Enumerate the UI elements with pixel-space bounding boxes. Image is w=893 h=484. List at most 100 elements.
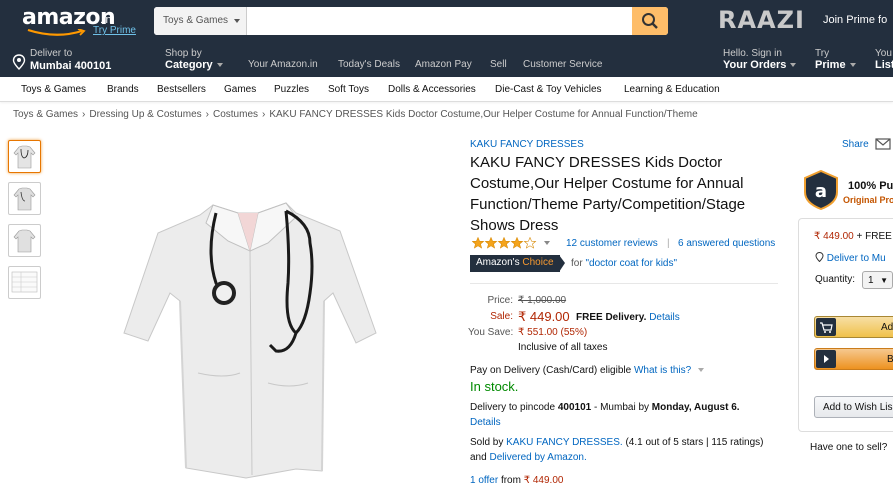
category-learning-education[interactable]: Learning & Education — [624, 84, 720, 95]
answered-questions-link[interactable]: 6 answered questions — [678, 238, 775, 249]
badge-original: Original Prod — [843, 195, 893, 205]
category-toys-games[interactable]: Toys & Games — [21, 84, 86, 95]
sell-prompt-link[interactable]: Have one to sell? — [810, 442, 887, 453]
add-to-wish-list-button[interactable]: Add to Wish Lis — [814, 396, 893, 418]
shopby-label: Shop by — [165, 48, 202, 59]
search-button[interactable] — [632, 7, 668, 35]
chevron-down-icon[interactable] — [544, 241, 550, 246]
join-prime-link[interactable]: Join Prime fo — [823, 14, 887, 26]
category-soft-toys[interactable]: Soft Toys — [328, 84, 369, 95]
you-save-value: ₹ 551.00 (55%) — [518, 327, 588, 338]
original-product-badge-icon: a — [804, 170, 838, 210]
breadcrumb-item[interactable]: Costumes — [213, 109, 258, 120]
cart-icon — [816, 318, 836, 336]
add-to-cart-button[interactable]: Add — [814, 316, 893, 338]
amazons-choice-badge: Amazon's Choice — [470, 255, 560, 272]
quantity-select[interactable]: 1 ▼ — [862, 271, 893, 289]
promo-banner-brand[interactable]: RAAZI — [718, 6, 805, 34]
category-die-cast-vehicles[interactable]: Die-Cast & Toy Vehicles — [495, 84, 602, 95]
shopby-category-text: Category — [165, 59, 213, 71]
nav-link-customer-service[interactable]: Customer Service — [523, 59, 602, 70]
lists-text: List — [875, 59, 893, 71]
chevron-down-icon: ▼ — [880, 276, 888, 285]
shop-by-category[interactable]: Shop by Category — [165, 48, 223, 71]
coat-thumbnail-image — [13, 229, 36, 253]
lists-menu[interactable]: You List — [875, 48, 893, 71]
product-main-image[interactable] — [118, 183, 380, 483]
product-thumbnail[interactable] — [8, 182, 41, 215]
choice-keyword-link[interactable]: "doctor coat for kids" — [585, 258, 677, 269]
try-prime-link[interactable]: Try Prime — [93, 25, 136, 36]
badge-arrow — [559, 255, 565, 272]
add-to-cart-label: Add — [881, 322, 893, 333]
lists-label: You — [875, 48, 892, 59]
nav-link-sell[interactable]: Sell — [490, 59, 507, 70]
star-rating[interactable] — [472, 237, 540, 249]
choice-keyword: for "doctor coat for kids" — [571, 258, 677, 269]
shopby-category: Category — [165, 59, 223, 71]
buybox-price: ₹ 449.00 + FREE — [814, 231, 892, 242]
search-input[interactable] — [247, 7, 632, 35]
size-chart-thumbnail-image — [11, 271, 38, 293]
product-thumbnail[interactable] — [8, 266, 41, 299]
customer-reviews-link[interactable]: 12 customer reviews — [566, 238, 658, 249]
chevron-down-icon[interactable] — [698, 368, 704, 373]
product-thumbnail[interactable] — [8, 140, 41, 173]
search-category-dropdown[interactable]: Toys & Games — [154, 7, 247, 35]
chevron-down-icon — [790, 63, 797, 68]
email-icon[interactable] — [875, 138, 891, 150]
svg-text:a: a — [815, 181, 827, 202]
sale-price: ₹ 449.00 — [518, 309, 570, 324]
product-title: KAKU FANCY DRESSES Kids Doctor Costume,O… — [470, 154, 746, 234]
seller-rating: (4.1 out of 5 stars | 115 ratings) — [625, 437, 764, 448]
delivery-details-link[interactable]: Details — [649, 312, 680, 323]
fulfilled-by: and Delivered by Amazon. — [470, 452, 587, 463]
category-dolls-accessories[interactable]: Dolls & Accessories — [388, 84, 476, 95]
buy-now-button[interactable]: B — [814, 348, 893, 370]
choice-suffix: Choice — [522, 257, 554, 268]
what-is-this-link[interactable]: What is this? — [634, 365, 691, 376]
other-offers: 1 offer from ₹ 449.00 — [470, 475, 563, 484]
amazon-logo[interactable]: amazon .in Try Prime — [20, 4, 140, 36]
buy-now-label: B — [887, 354, 893, 365]
divider — [470, 283, 778, 284]
brand-link[interactable]: KAKU FANCY DRESSES — [470, 139, 584, 150]
delivery-prefix: Delivery to pincode — [470, 402, 556, 413]
nav-link-amazon-pay[interactable]: Amazon Pay — [415, 59, 472, 70]
nav-link-your-amazon[interactable]: Your Amazon.in — [248, 59, 318, 70]
delivered-by-amazon-link[interactable]: Delivered by Amazon. — [489, 452, 586, 463]
breadcrumb-item[interactable]: Toys & Games — [13, 109, 78, 120]
delivery-city: - Mumbai by — [593, 402, 649, 413]
breadcrumb-separator: › — [262, 109, 266, 120]
seller-link[interactable]: KAKU FANCY DRESSES. — [506, 437, 623, 448]
category-games[interactable]: Games — [224, 84, 256, 95]
category-brands[interactable]: Brands — [107, 84, 139, 95]
coat-thumbnail-image — [13, 145, 36, 169]
and-text: and — [470, 452, 487, 463]
choice-prefix: Amazon's — [476, 257, 520, 268]
location-pin-icon — [12, 54, 26, 70]
breadcrumb-item[interactable]: Dressing Up & Costumes — [89, 109, 201, 120]
try-prime-menu[interactable]: Try Prime — [815, 48, 856, 71]
pod-text: Pay on Delivery (Cash/Card) eligible — [470, 365, 632, 376]
offers-link[interactable]: 1 offer — [470, 475, 498, 484]
top-bar: amazon .in Try Prime Toys & Games RAAZI … — [0, 0, 893, 44]
share-link[interactable]: Share — [842, 139, 869, 150]
account-orders-menu[interactable]: Hello. Sign in Your Orders — [723, 48, 797, 71]
chevron-down-icon — [216, 63, 223, 68]
breadcrumb-item[interactable]: KAKU FANCY DRESSES Kids Doctor Costume,O… — [269, 109, 697, 120]
search-bar: Toys & Games — [154, 7, 668, 35]
deliver-location: Mumbai 400101 — [30, 60, 112, 72]
delivery-details-link[interactable]: Details — [470, 417, 501, 428]
category-puzzles[interactable]: Puzzles — [274, 84, 309, 95]
buybox-price-value: ₹ 449.00 — [814, 231, 854, 242]
category-bestsellers[interactable]: Bestsellers — [157, 84, 206, 95]
buybox-deliver-to[interactable]: Deliver to Mu — [815, 251, 886, 264]
nav-link-todays-deals[interactable]: Today's Deals — [338, 59, 400, 70]
offers-price: ₹ 449.00 — [523, 475, 564, 484]
account-orders-text: Your Orders — [723, 59, 787, 71]
sold-by: Sold by KAKU FANCY DRESSES. (4.1 out of … — [470, 437, 764, 448]
breadcrumb: Toys & Games › Dressing Up & Costumes › Cost… — [13, 109, 698, 120]
product-thumbnail[interactable] — [8, 224, 41, 257]
deliver-label: Deliver to — [30, 48, 73, 59]
